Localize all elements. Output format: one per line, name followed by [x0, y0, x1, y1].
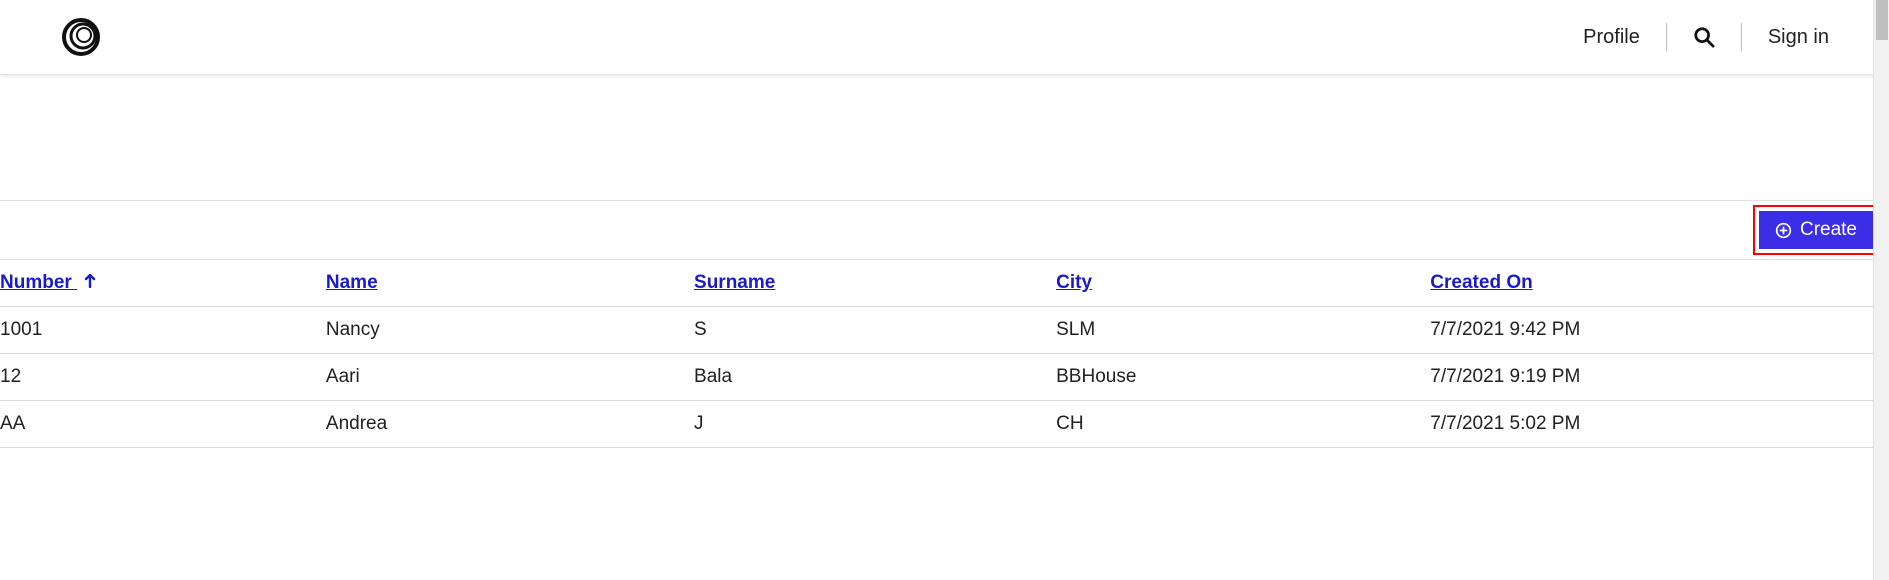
search-icon — [1693, 26, 1715, 48]
cell-city: CH — [1056, 401, 1430, 448]
col-header-number[interactable]: Number — [0, 260, 326, 307]
cell-created: 7/7/2021 5:02 PM — [1430, 401, 1889, 448]
col-header-number-label: Number — [0, 272, 72, 293]
top-navbar: Profile Sign in — [0, 0, 1889, 75]
cell-surname: S — [694, 307, 1056, 354]
profile-link[interactable]: Profile — [1583, 26, 1640, 49]
col-header-name-label: Name — [326, 272, 378, 293]
signin-link[interactable]: Sign in — [1768, 26, 1829, 49]
cell-name: Nancy — [326, 307, 694, 354]
records-table: Number Name Surname City Created On — [0, 260, 1889, 448]
cell-surname: Bala — [694, 354, 1056, 401]
table-header-row: Number Name Surname City Created On — [0, 260, 1889, 307]
sort-asc-icon — [83, 272, 97, 293]
divider — [1666, 23, 1667, 51]
cell-created: 7/7/2021 9:42 PM — [1430, 307, 1889, 354]
search-button[interactable] — [1693, 26, 1715, 48]
scrollbar-thumb[interactable] — [1876, 0, 1888, 40]
create-button-label: Create — [1800, 219, 1857, 241]
cell-number: 1001 — [0, 307, 326, 354]
table-row[interactable]: 12 Aari Bala BBHouse 7/7/2021 9:19 PM — [0, 354, 1889, 401]
swirl-logo-icon — [61, 17, 101, 57]
spacer — [0, 75, 1889, 200]
col-header-city-label: City — [1056, 272, 1092, 293]
divider — [1741, 23, 1742, 51]
table-row[interactable]: AA Andrea J CH 7/7/2021 5:02 PM — [0, 401, 1889, 448]
table-row[interactable]: 1001 Nancy S SLM 7/7/2021 9:42 PM — [0, 307, 1889, 354]
cell-surname: J — [694, 401, 1056, 448]
topbar-right: Profile Sign in — [1583, 23, 1829, 51]
app-logo — [60, 16, 102, 58]
col-header-surname-label: Surname — [694, 272, 775, 293]
col-header-surname[interactable]: Surname — [694, 260, 1056, 307]
create-button[interactable]: Create — [1759, 211, 1873, 249]
cell-city: BBHouse — [1056, 354, 1430, 401]
cell-number: AA — [0, 401, 326, 448]
plus-circle-icon — [1775, 222, 1792, 239]
create-highlight-box: Create — [1753, 205, 1879, 255]
cell-city: SLM — [1056, 307, 1430, 354]
cell-name: Andrea — [326, 401, 694, 448]
vertical-scrollbar[interactable] — [1873, 0, 1889, 580]
col-header-created-label: Created On — [1430, 272, 1532, 293]
col-header-name[interactable]: Name — [326, 260, 694, 307]
cell-number: 12 — [0, 354, 326, 401]
list-toolbar: Create — [0, 200, 1889, 260]
cell-name: Aari — [326, 354, 694, 401]
cell-created: 7/7/2021 9:19 PM — [1430, 354, 1889, 401]
col-header-city[interactable]: City — [1056, 260, 1430, 307]
col-header-created[interactable]: Created On — [1430, 260, 1889, 307]
